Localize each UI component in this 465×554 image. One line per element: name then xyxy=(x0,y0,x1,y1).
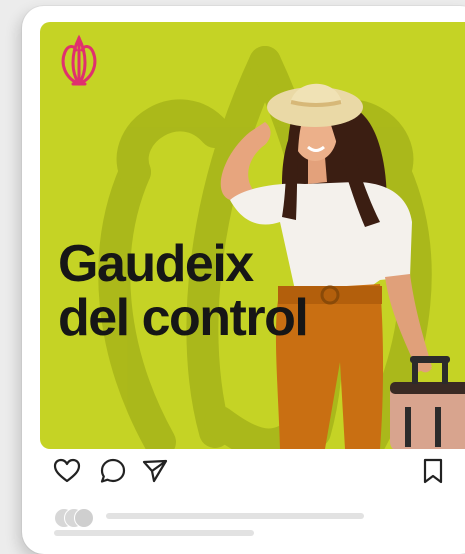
headline-line-2: del control xyxy=(58,289,309,347)
paper-plane-icon[interactable] xyxy=(140,456,170,486)
brand-shell-logo xyxy=(61,34,97,86)
post-headline: Gaudeix del control xyxy=(58,235,309,347)
avatar xyxy=(74,508,94,528)
comment-icon[interactable] xyxy=(98,456,128,486)
heart-icon[interactable] xyxy=(52,456,82,486)
post-actions-bar xyxy=(52,456,452,486)
likes-text-placeholder xyxy=(106,513,364,519)
headline-line-1: Gaudeix xyxy=(58,235,254,293)
bookmark-icon[interactable] xyxy=(418,456,448,486)
post-meta-placeholder xyxy=(54,500,374,540)
caption-text-placeholder xyxy=(54,530,254,536)
post-image[interactable]: Gaudeix del control xyxy=(40,22,465,449)
